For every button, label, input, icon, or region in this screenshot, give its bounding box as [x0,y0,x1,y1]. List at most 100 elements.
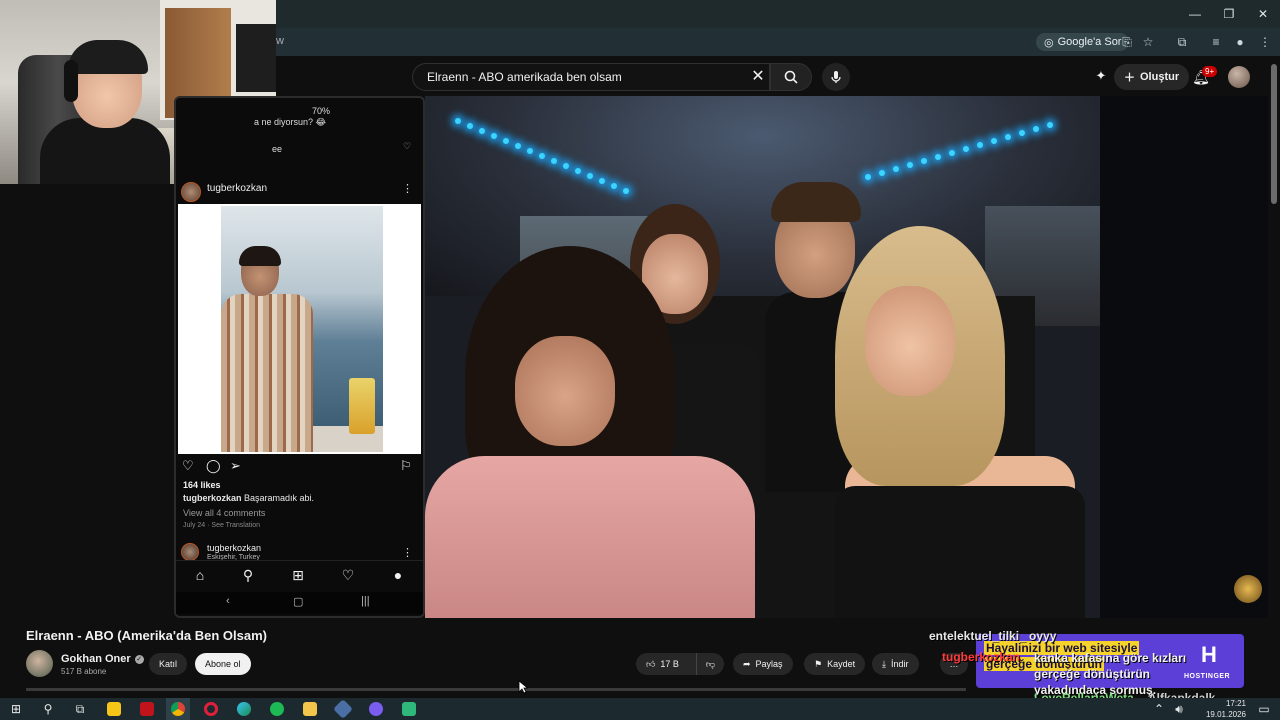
post-more-icon[interactable]: ⋮ [402,182,413,195]
chrome-app-icon[interactable] [166,698,190,720]
clock-date: 19.01.2026 [1205,710,1246,719]
share-button[interactable]: ➦ Paylaş [733,653,793,675]
post-photo[interactable] [221,206,383,452]
voice-search-button[interactable] [822,63,850,91]
led-light [921,158,927,164]
post-actions: ♡ ◯ ➢ ⚐ [182,458,420,474]
subscribe-button[interactable]: Abone ol [195,653,251,675]
instagram-bottom-nav: ⌂ ⚲ ⊞ ♡ ● [176,560,423,590]
stream-progress-bar [26,688,966,691]
taskbar-search-icon[interactable]: ⚲ [36,698,60,720]
bookmark-star-icon[interactable]: ☆ [1139,33,1157,51]
recents-icon[interactable]: ||| [361,595,370,607]
save-button[interactable]: ⚑ Kaydet [804,653,866,675]
post-likes-count: 164 likes [183,480,221,490]
streamer [40,40,170,184]
explore-search-icon[interactable]: ⚲ [238,567,258,584]
discord-app-icon[interactable] [364,698,388,720]
passenger-4-face [865,286,955,396]
heart-outline-icon[interactable]: ♡ [403,141,411,152]
caption-username[interactable]: tugberkozkan [183,493,242,503]
thumbs-up-icon: 👍︎ [646,658,656,669]
notification-badge: 9+ [1202,66,1218,77]
led-light [563,163,569,169]
comment-icon[interactable]: ◯ [206,458,221,474]
post2-author-avatar[interactable] [181,543,199,561]
game-app-icon[interactable] [331,698,355,720]
notification-center-icon[interactable]: ▭ [1252,698,1276,720]
maximize-button[interactable]: ❐ [1212,0,1246,28]
view-comments-link[interactable]: View all 4 comments [183,508,265,518]
profile-icon[interactable]: ● [1231,33,1249,51]
post2-more-icon[interactable]: ⋮ [402,546,413,559]
google-sor-label: Google'a Sor [1057,36,1122,48]
opera-app-icon[interactable] [199,698,223,720]
lens-icon: ◎ [1044,36,1054,49]
photo-drink-glass [349,378,375,434]
home-icon[interactable]: ⌂ [190,567,210,583]
close-window-button[interactable]: ✕ [1246,0,1280,28]
profile-avatar-icon[interactable]: ● [388,567,408,583]
download-button[interactable]: ⤓ İndir [872,653,919,675]
channel-avatar[interactable] [26,650,53,677]
left-dark-area [0,184,176,620]
video-title: Elraenn - ABO (Amerika'da Ben Olsam) [26,628,268,643]
streaming-app-icon[interactable] [397,698,421,720]
post-author-avatar[interactable] [181,182,201,202]
install-app-icon[interactable]: ⎘ [1118,33,1136,51]
search-query: Elraenn - ABO amerikada ben olsam [427,70,622,84]
passenger-4 [825,226,1100,618]
store-app-icon[interactable] [102,698,126,720]
volume-icon[interactable]: 🔊︎ [1170,698,1188,720]
video-player[interactable] [425,96,1100,618]
send-icon[interactable]: ➢ [230,458,241,474]
search-icon [784,70,798,84]
dislike-button[interactable]: 👎︎ [696,653,724,675]
edge-app-icon[interactable] [232,698,256,720]
post2-username[interactable]: tugberkozkan [207,543,261,553]
home-circle-icon[interactable]: ▢ [293,595,303,608]
caption-text: Başaramadık abi. [241,493,315,503]
like-button[interactable]: 👍︎ 17 B [636,653,696,675]
led-light [977,142,983,148]
clear-search-icon[interactable]: ✕ [748,66,768,86]
post-username[interactable]: tugberkozkan [207,183,267,194]
passenger-1-face [515,336,615,446]
subscriber-count: 517 B abone [61,667,107,676]
media-app-icon[interactable] [135,698,159,720]
create-button[interactable]: ＋ Oluştur [1114,64,1190,90]
clock-time: 17:21 [1225,699,1246,708]
window-controls: — ❐ ✕ [1178,0,1280,28]
tray-chevron-icon[interactable]: ⌃ [1150,698,1168,720]
media-controls-icon[interactable]: ≡ [1207,33,1225,51]
channel-name[interactable]: Gokhan Oner ✓ [61,653,144,665]
account-avatar[interactable] [1228,66,1250,88]
chat-username-2: tugberkozkan [942,650,1021,664]
windows-start-icon[interactable]: ⊞ [4,698,28,720]
scrollbar-thumb[interactable] [1271,64,1277,204]
search-input[interactable]: Elraenn - ABO amerikada ben olsam [412,63,770,91]
taskbar-clock[interactable]: 17:21 19.01.2026 [1196,698,1246,720]
bookmark-icon[interactable]: ⚐ [400,458,412,474]
share-label: Paylaş [755,659,783,669]
task-view-icon[interactable]: ⧉ [68,698,92,720]
file-explorer-icon[interactable] [298,698,322,720]
address-url-fragment: w [276,35,284,47]
google-sor-button[interactable]: ◎ Google'a Sor [1036,33,1130,51]
passenger-1 [425,246,765,618]
browser-menu-icon[interactable]: ⋮ [1256,33,1274,51]
extensions-icon[interactable]: ⧉ [1173,33,1191,51]
search-button[interactable] [770,63,812,91]
download-label: İndir [890,659,909,669]
back-icon[interactable]: ‹ [226,595,230,607]
minimize-button[interactable]: — [1178,0,1212,28]
spotify-app-icon[interactable] [265,698,289,720]
channel-name-text[interactable]: Gokhan Oner [61,653,131,665]
led-light [991,138,997,144]
join-button[interactable]: Katıl [149,653,188,675]
photo-man-hair [239,246,281,266]
activity-heart-icon[interactable]: ♡ [338,567,358,584]
like-heart-icon[interactable]: ♡ [182,458,194,474]
create-effects-icon[interactable]: ✦ [1093,68,1109,84]
new-post-icon[interactable]: ⊞ [288,567,308,584]
